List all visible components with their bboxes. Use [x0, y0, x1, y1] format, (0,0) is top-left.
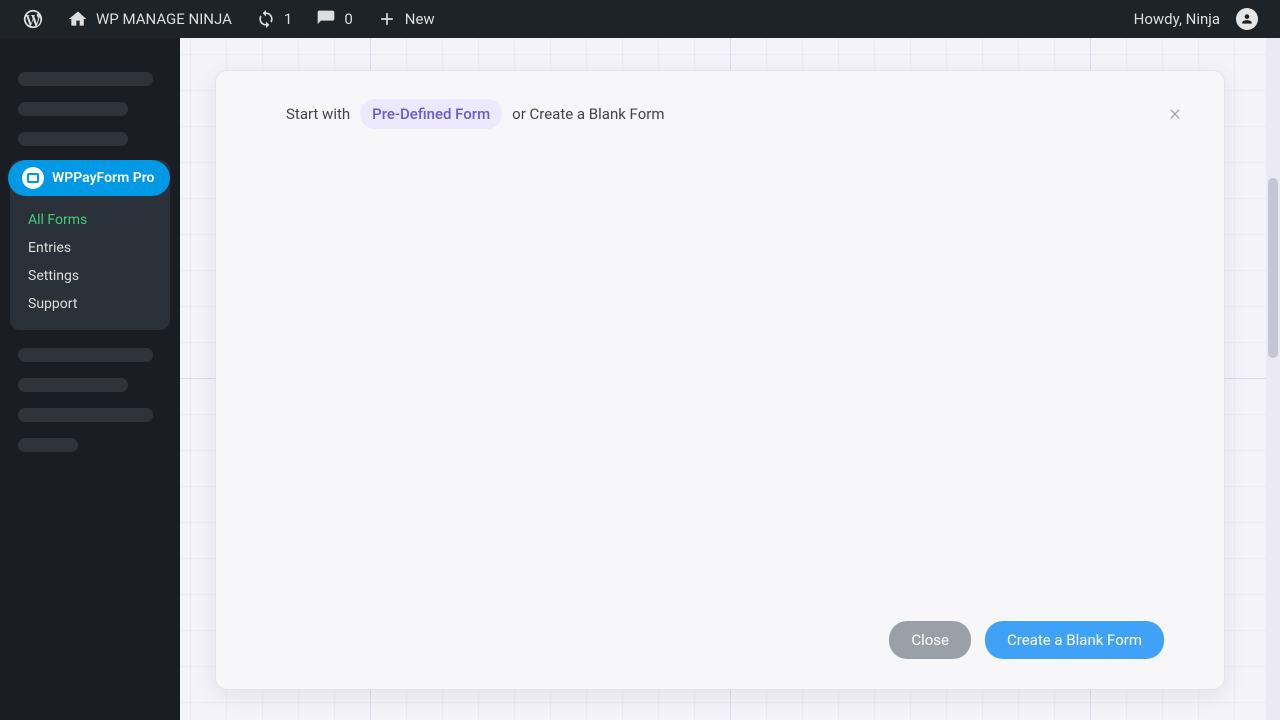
modal-header: Start with Pre-Defined Form or Create a …: [216, 71, 1224, 129]
modal-title-row: Start with Pre-Defined Form or Create a …: [286, 99, 665, 129]
sidebar-placeholder: [18, 132, 128, 146]
wp-logo[interactable]: [10, 0, 56, 38]
admin-sidebar: WPPayForm Pro All Forms Entries Settings…: [0, 38, 180, 720]
comments-count: 0: [344, 10, 352, 28]
adminbar-comments[interactable]: 0: [304, 0, 364, 38]
create-form-modal: Start with Pre-Defined Form or Create a …: [215, 70, 1225, 690]
or-blank-label: or Create a Blank Form: [512, 105, 664, 123]
close-button[interactable]: Close: [889, 621, 971, 659]
avatar: [1236, 8, 1258, 30]
plugin-name: WPPayForm Pro: [52, 170, 154, 186]
modal-footer: Close Create a Blank Form: [216, 621, 1224, 689]
adminbar-updates[interactable]: 1: [244, 0, 304, 38]
sidebar-placeholder: [18, 72, 153, 86]
new-label: New: [405, 10, 435, 28]
start-with-label: Start with: [286, 105, 350, 123]
create-blank-form-button[interactable]: Create a Blank Form: [985, 621, 1164, 659]
plus-icon: [377, 9, 397, 29]
modal-body: [216, 129, 1224, 621]
close-icon[interactable]: ×: [1164, 103, 1186, 125]
user-icon: [1240, 12, 1254, 26]
adminbar-account[interactable]: Howdy, Ninja: [1122, 0, 1270, 38]
sidebar-item-entries[interactable]: Entries: [10, 234, 170, 262]
home-icon: [68, 9, 88, 29]
adminbar-new[interactable]: New: [365, 0, 447, 38]
sidebar-placeholder: [18, 102, 128, 116]
comment-icon: [316, 9, 336, 29]
refresh-icon: [256, 9, 276, 29]
adminbar-home[interactable]: WP MANAGE NINJA: [56, 0, 244, 38]
updates-count: 1: [284, 10, 292, 28]
sidebar-item-all-forms[interactable]: All Forms: [10, 206, 170, 234]
sidebar-placeholder: [18, 378, 128, 392]
site-title: WP MANAGE NINJA: [96, 10, 232, 28]
sidebar-item-settings[interactable]: Settings: [10, 262, 170, 290]
predefined-form-pill[interactable]: Pre-Defined Form: [360, 99, 502, 129]
sidebar-item-support[interactable]: Support: [10, 290, 170, 318]
wp-admin-bar: WP MANAGE NINJA 1 0 New Howdy, Ninja: [0, 0, 1280, 38]
sidebar-placeholder: [18, 438, 78, 452]
plugin-menu-group: WPPayForm Pro All Forms Entries Settings…: [10, 160, 170, 330]
howdy-text: Howdy, Ninja: [1134, 10, 1220, 28]
form-icon: [22, 167, 44, 189]
plugin-menu-header[interactable]: WPPayForm Pro: [8, 160, 170, 196]
main-canvas: Start with Pre-Defined Form or Create a …: [180, 38, 1280, 720]
scrollbar-thumb[interactable]: [1268, 178, 1278, 358]
sidebar-placeholder: [18, 408, 153, 422]
sidebar-placeholder: [18, 348, 153, 362]
scrollbar-track[interactable]: [1266, 38, 1280, 720]
wordpress-icon: [22, 8, 44, 30]
